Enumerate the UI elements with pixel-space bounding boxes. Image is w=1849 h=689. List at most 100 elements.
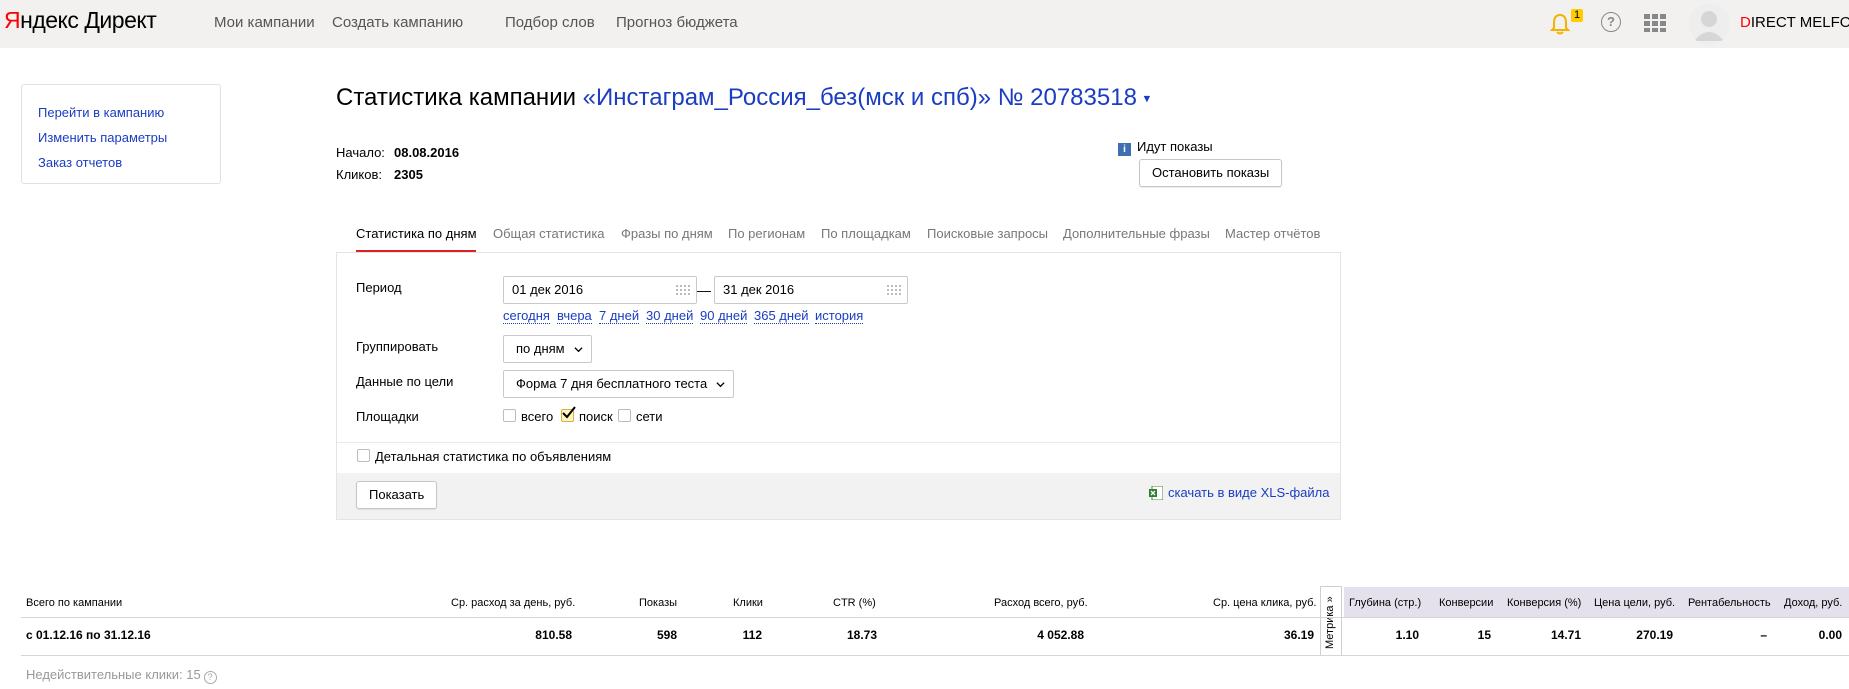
chevron-down-icon xyxy=(574,347,583,353)
range-365-days[interactable]: 365 дней xyxy=(754,309,809,324)
th-conversions[interactable]: Конверсии xyxy=(1439,597,1493,609)
tab-search-queries[interactable]: Поисковые запросы xyxy=(927,226,1048,241)
show-button[interactable]: Показать xyxy=(356,481,438,509)
status: i Идут показы xyxy=(1118,139,1213,156)
username-rest: IRECT MELFO xyxy=(1750,14,1849,31)
invalid-clicks-text: Недействительные клики: 15 xyxy=(26,667,201,682)
stop-shows-button[interactable]: Остановить показы xyxy=(1139,159,1283,187)
top-header: Яндекс Директ Мои кампании Создать кампан… xyxy=(0,0,1849,48)
nav-word-selection[interactable]: Подбор слов xyxy=(505,14,595,31)
td-conversion-rate: 14.71 xyxy=(1550,628,1581,642)
goal-select[interactable]: Форма 7 дня бесплатного теста xyxy=(503,370,735,398)
range-history[interactable]: история xyxy=(815,309,864,324)
chevron-down-icon xyxy=(716,382,725,388)
checkbox-search[interactable] xyxy=(561,406,576,422)
title-prefix: Статистика кампании xyxy=(336,84,576,111)
calendar-icon[interactable] xyxy=(676,285,690,295)
info-icon: i xyxy=(1118,143,1131,156)
metrika-label: Метрика » xyxy=(1324,596,1336,649)
th-depth[interactable]: Глубина (стр.) xyxy=(1349,597,1421,609)
avatar[interactable] xyxy=(1688,3,1730,45)
nav-create-campaign[interactable]: Создать кампанию xyxy=(332,14,463,31)
date-to-value: 31 дек 2016 xyxy=(723,282,795,297)
download-xls-link[interactable]: скачать в виде XLS-файла xyxy=(1168,485,1330,500)
td-profitability: – xyxy=(1760,628,1767,642)
logo-product: Директ xyxy=(84,7,157,33)
help-icon[interactable]: ? xyxy=(1601,12,1621,32)
checkbox-network-label: сети xyxy=(636,409,663,424)
date-range-dash: — xyxy=(697,282,711,298)
th-revenue[interactable]: Доход, руб. xyxy=(1784,597,1842,609)
notification-badge: 1 xyxy=(1571,9,1584,22)
goal-label: Данные по цели xyxy=(356,374,454,389)
th-avg-daily-spend[interactable]: Ср. расход за день, руб. xyxy=(451,597,575,609)
sidebar-link-order-reports[interactable]: Заказ отчетов xyxy=(38,150,204,175)
checkbox-detailed-stats[interactable] xyxy=(357,449,370,462)
range-today[interactable]: сегодня xyxy=(503,309,550,324)
td-impressions: 598 xyxy=(656,628,677,642)
checkbox-network[interactable] xyxy=(618,409,631,422)
username[interactable]: DIRECT MELFO xyxy=(1740,14,1849,31)
sidebar-link-go-to-campaign[interactable]: Перейти в кампанию xyxy=(38,100,204,125)
td-goal-cost: 270.19 xyxy=(1636,628,1673,642)
calendar-icon[interactable] xyxy=(887,285,901,295)
th-profitability[interactable]: Рентабельность xyxy=(1688,597,1771,609)
td-conversions: 15 xyxy=(1477,628,1491,642)
tab-general-stats[interactable]: Общая статистика xyxy=(493,226,605,241)
range-yesterday[interactable]: вчера xyxy=(557,309,592,324)
th-conversion-rate[interactable]: Конверсия (%) xyxy=(1507,597,1581,609)
range-90-days[interactable]: 90 дней xyxy=(700,309,748,324)
checkbox-all[interactable] xyxy=(503,409,516,422)
nav-budget-forecast[interactable]: Прогноз бюджета xyxy=(616,14,738,31)
date-to-input[interactable]: 31 дек 2016 xyxy=(714,276,908,304)
th-ctr[interactable]: CTR (%) xyxy=(833,597,876,609)
status-text: Идут показы xyxy=(1137,139,1213,154)
date-from-value: 01 дек 2016 xyxy=(512,282,584,297)
detailed-stats-label: Детальная статистика по объявлениям xyxy=(375,449,612,464)
th-total-spend[interactable]: Расход всего, руб. xyxy=(994,597,1088,609)
th-avg-cpc[interactable]: Ср. цена клика, руб. xyxy=(1213,597,1316,609)
tab-report-wizard[interactable]: Мастер отчётов xyxy=(1225,226,1320,241)
td-avg-daily-spend: 810.58 xyxy=(535,628,572,642)
yandex-direct-logo[interactable]: Яндекс Директ xyxy=(4,7,157,34)
tab-phrases-by-day[interactable]: Фразы по дням xyxy=(621,226,713,241)
th-campaign-total: Всего по кампании xyxy=(26,597,123,609)
tab-by-region[interactable]: По регионам xyxy=(728,226,805,241)
tab-additional-phrases[interactable]: Дополнительные фразы xyxy=(1063,226,1210,241)
th-goal-cost[interactable]: Цена цели, руб. xyxy=(1594,597,1675,609)
checkmark-icon xyxy=(562,406,576,419)
apps-grid-icon[interactable] xyxy=(1644,14,1666,32)
sites-label: Площадки xyxy=(356,409,419,424)
question-icon[interactable]: ? xyxy=(203,671,217,684)
campaign-name[interactable]: «Инстаграм_Россия_без(мск и спб)» № 2078… xyxy=(583,84,1137,111)
logo-text: ндекс xyxy=(20,7,79,33)
date-from-input[interactable]: 01 дек 2016 xyxy=(503,276,697,304)
group-select-value: по дням xyxy=(516,341,565,356)
checkbox-all-label: всего xyxy=(521,409,554,424)
start-label: Начало: xyxy=(336,145,385,160)
metrika-toggle[interactable]: Метрика » xyxy=(1320,586,1342,656)
th-impressions[interactable]: Показы xyxy=(639,597,677,609)
excel-icon xyxy=(1149,486,1163,500)
tab-daily-stats[interactable]: Статистика по дням xyxy=(356,226,477,241)
th-clicks[interactable]: Клики xyxy=(733,597,763,609)
sidebar: Перейти в кампанию Изменить параметры За… xyxy=(21,84,221,184)
td-total-spend: 4 052.88 xyxy=(1037,628,1084,642)
clicks-value: 2305 xyxy=(394,167,423,182)
campaign-dropdown-icon[interactable]: ▾ xyxy=(1144,91,1151,106)
td-depth: 1.10 xyxy=(1395,628,1419,642)
td-clicks: 112 xyxy=(742,628,762,642)
group-select[interactable]: по дням xyxy=(503,335,592,363)
nav-my-campaigns[interactable]: Мои кампании xyxy=(214,14,315,31)
bell-icon[interactable] xyxy=(1549,12,1571,36)
sidebar-link-edit-params[interactable]: Изменить параметры xyxy=(38,125,204,150)
tab-by-site[interactable]: По площадкам xyxy=(821,226,911,241)
invalid-clicks-note: Недействительные клики: 15? xyxy=(26,667,217,684)
range-30-days[interactable]: 30 дней xyxy=(646,309,694,324)
td-ctr: 18.73 xyxy=(846,628,877,642)
range-7-days[interactable]: 7 дней xyxy=(599,309,640,324)
checkbox-search-label: поиск xyxy=(579,409,613,424)
logo-letter: Я xyxy=(4,7,21,33)
page-title: Статистика кампании «Инстаграм_Россия_бе… xyxy=(336,84,1150,112)
td-period: с 01.12.16 по 31.12.16 xyxy=(26,628,151,642)
